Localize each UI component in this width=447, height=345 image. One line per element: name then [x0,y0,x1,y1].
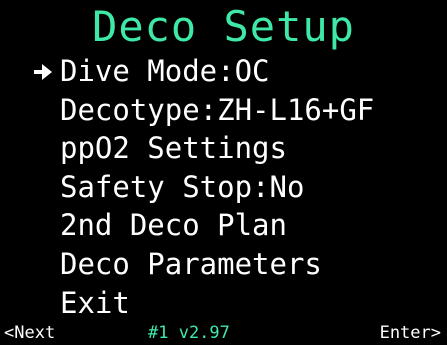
right-arrow-icon [34,64,52,80]
menu-item-label: Exit [60,285,130,320]
menu-item-label: Dive Mode:OC [60,54,270,88]
menu-item-ppo2-settings[interactable]: ppO2 Settings [0,129,447,168]
menu-item-label: Decotype:ZH-L16+GF [60,92,375,127]
menu-item-dive-mode[interactable]: Dive Mode:OC [0,52,447,91]
menu-item-safety-stop[interactable]: Safety Stop:No [0,168,447,207]
menu-item-label: 2nd Deco Plan [60,208,287,243]
selection-cursor [32,52,56,91]
menu-item-label: Deco Parameters [60,246,322,281]
menu-item-label: ppO2 Settings [60,131,287,166]
version-label: #1 v2.97 [148,323,230,343]
next-button-hint[interactable]: <Next [4,322,55,345]
button-hint-bar: <Next #1 v2.97 Enter> [0,322,447,345]
page-title: Deco Setup [92,2,355,51]
menu-item-label: Safety Stop:No [60,169,305,204]
menu-item-exit[interactable]: Exit [0,284,447,323]
dive-computer-screen: Deco Setup Dive Mode:OC Decotype:ZH-L16+… [0,0,447,345]
menu-item-decotype[interactable]: Decotype:ZH-L16+GF [0,91,447,130]
deco-setup-menu: Dive Mode:OC Decotype:ZH-L16+GF ppO2 Set… [0,52,447,322]
menu-item-2nd-deco-plan[interactable]: 2nd Deco Plan [0,206,447,245]
enter-button-hint[interactable]: Enter> [380,322,441,345]
menu-item-deco-parameters[interactable]: Deco Parameters [0,245,447,284]
